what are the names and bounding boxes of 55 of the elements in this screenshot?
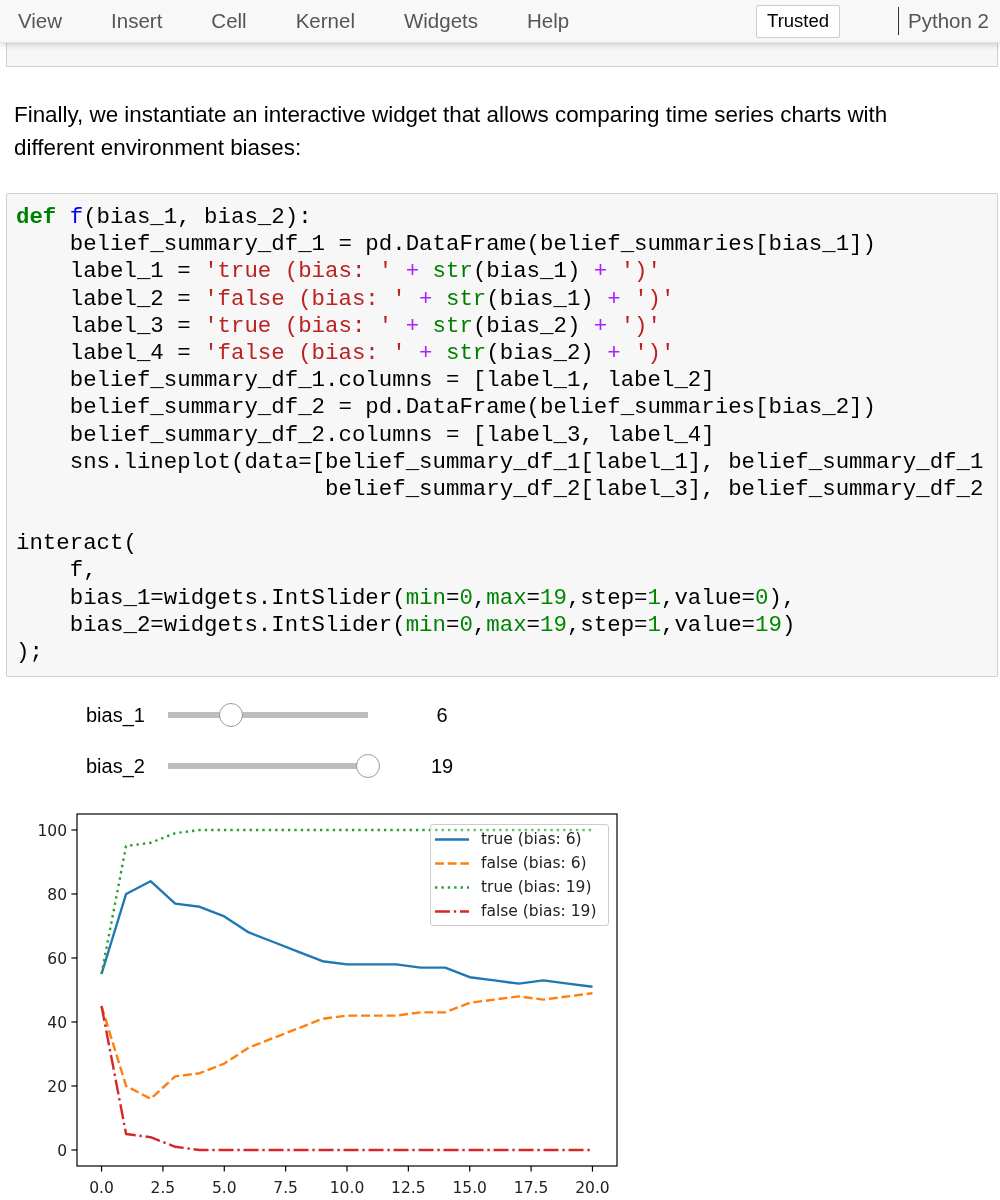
axis-tick-label: 17.5: [513, 1179, 549, 1198]
menu-item[interactable]: Cell: [211, 3, 247, 39]
code-line: belief_summary_df_1.columns = [label_1, label_2]: [68, 367, 715, 395]
code-line: bias_1=widgets.IntSlider(min=0,max=19,step=1,value=0),: [68, 584, 796, 612]
code-line: label_4 = 'false (bias: ' + str(bias_2) + ')': [68, 339, 675, 368]
code-line: belief_summary_df_2[label_3], belief_summary_df_2: [324, 475, 984, 504]
code-line: belief_summary_df_2 = pd.DataFrame(belief_summaries[bias_2]): [68, 394, 876, 422]
legend-label: true (bias: 19): [481, 878, 592, 897]
code-editor[interactable]: [6, 193, 998, 678]
code-line: label_3 = 'true (bias: ' + str(bias_2) + ')': [68, 312, 661, 340]
legend-label: false (bias: 6): [481, 854, 587, 873]
axis-tick-label: 40: [47, 1013, 67, 1032]
markdown-text: Finally, we instantiate an interactive widget that allows comparing time series charts with different environment biases:: [14, 101, 889, 162]
legend-label: true (bias: 6): [481, 830, 582, 849]
axis-tick-label: 5.0: [211, 1179, 237, 1198]
menu-item[interactable]: Insert: [111, 3, 163, 39]
code-line: belief_summary_df_2.columns = [label_3, label_4]: [68, 421, 715, 449]
axis-tick-label: 12.5: [391, 1179, 426, 1198]
dashed-line-icon: [435, 861, 469, 865]
code-line: label_2 = 'false (bias: ' + str(bias_1) + ')': [68, 285, 675, 313]
menu-item[interactable]: Kernel: [295, 3, 355, 39]
solid-line-icon: [435, 837, 469, 841]
code-line: def f(bias_1, bias_2):: [16, 204, 312, 232]
axis-tick-label: 20.0: [575, 1179, 610, 1198]
axis-tick-label: 100: [37, 821, 67, 840]
slider-label: bias_1: [86, 703, 146, 727]
axis-tick-label: 20: [47, 1077, 67, 1096]
slider-value: 6: [435, 703, 449, 727]
axis-tick-label: 80: [47, 885, 67, 904]
axis-tick-label: 60: [47, 949, 67, 968]
code-line: f,: [68, 557, 97, 585]
slider-thumb[interactable]: [219, 703, 244, 728]
menu-item[interactable]: View: [18, 3, 63, 39]
axis-tick-label: 0.0: [89, 1179, 114, 1198]
trusted-indicator[interactable]: Trusted: [756, 4, 841, 38]
axis-tick-label: 2.5: [150, 1179, 176, 1198]
menu-item[interactable]: Help: [527, 3, 570, 39]
legend-label: false (bias: 19): [481, 902, 597, 921]
code-line: );: [16, 639, 43, 667]
axis-tick-label: 10.0: [329, 1179, 365, 1198]
code-line: belief_summary_df_1 = pd.DataFrame(belief_summaries[bias_1]): [68, 231, 876, 259]
axis-tick-label: 7.5: [273, 1179, 298, 1198]
slider-label: bias_2: [86, 754, 146, 778]
code-line: sns.lineplot(data=[belief_summary_df_1[label_1], belief_summary_df_1: [68, 448, 984, 476]
slider-thumb[interactable]: [356, 754, 380, 779]
kernel-name: Python 2: [908, 9, 989, 33]
code-line: label_1 = 'true (bias: ' + str(bias_1) + ')': [68, 258, 661, 286]
axis-tick-label: 0: [57, 1141, 67, 1160]
code-line: interact(: [16, 530, 137, 558]
dotted-line-icon: [435, 885, 469, 889]
menu-item[interactable]: Widgets: [403, 3, 478, 39]
code-line: bias_2=widgets.IntSlider(min=0,max=19,step=1,value=19): [68, 611, 796, 639]
slider-value: 19: [429, 754, 455, 778]
dash-dot-line-icon: [435, 909, 469, 913]
axis-tick-label: 15.0: [452, 1179, 487, 1198]
